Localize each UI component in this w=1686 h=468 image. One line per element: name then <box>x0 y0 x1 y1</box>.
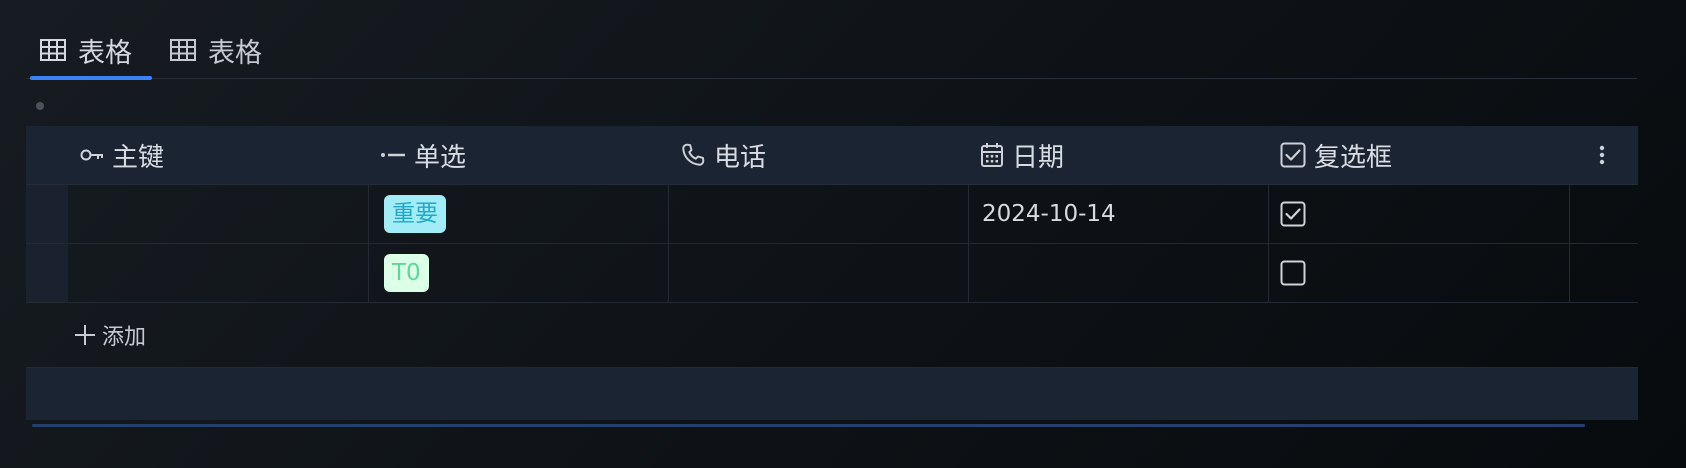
column-divider <box>968 244 969 302</box>
data-grid: 主键 单选 电话 日期 复选框 重要 2024-10-14 T0 添加 <box>26 126 1638 420</box>
phone-icon <box>680 142 706 168</box>
select-tag: 重要 <box>384 195 446 233</box>
tab-table-2[interactable]: 表格 <box>170 22 262 78</box>
cell-date[interactable]: 2024-10-14 <box>982 185 1116 243</box>
cell-checkbox[interactable] <box>1280 244 1306 302</box>
grid-header: 主键 单选 电话 日期 复选框 <box>26 126 1638 185</box>
view-tabs: 表格 表格 <box>26 22 1637 80</box>
row-handle[interactable] <box>26 185 68 243</box>
cell-phone[interactable] <box>668 185 968 243</box>
add-label: 添加 <box>102 325 147 350</box>
column-label: 复选框 <box>1314 142 1393 173</box>
more-vertical-icon <box>1598 144 1606 166</box>
cell-phone[interactable] <box>668 244 968 302</box>
select-tag: T0 <box>384 254 429 292</box>
column-header-single-select[interactable]: 单选 <box>380 126 466 184</box>
add-row: 添加 <box>26 303 1638 368</box>
column-label: 电话 <box>714 142 767 173</box>
column-divider <box>1569 185 1570 243</box>
plus-icon <box>74 324 96 346</box>
column-divider <box>968 185 969 243</box>
column-divider <box>368 244 369 302</box>
status-dot <box>36 102 44 110</box>
calendar-icon <box>980 142 1004 168</box>
checkbox-checked[interactable] <box>1280 201 1306 227</box>
column-label: 单选 <box>414 142 467 173</box>
checkbox-unchecked[interactable] <box>1280 260 1306 286</box>
column-header-checkbox[interactable]: 复选框 <box>1280 126 1392 184</box>
table-icon <box>170 39 196 61</box>
tab-table-1[interactable]: 表格 <box>40 22 132 78</box>
column-header-phone[interactable]: 电话 <box>680 126 766 184</box>
column-divider <box>1268 244 1269 302</box>
column-header-date[interactable]: 日期 <box>980 126 1064 184</box>
summary-bar <box>26 368 1638 420</box>
column-header-primary-key[interactable]: 主键 <box>80 126 164 184</box>
column-divider <box>368 185 369 243</box>
active-tab-indicator <box>30 76 152 80</box>
column-divider <box>1569 244 1570 302</box>
row-handle[interactable] <box>26 244 68 302</box>
date-value: 2024-10-14 <box>982 201 1116 227</box>
single-select-icon <box>380 147 406 163</box>
cell-single-select[interactable]: T0 <box>384 244 429 302</box>
cell-single-select[interactable]: 重要 <box>384 185 446 243</box>
column-menu-button[interactable] <box>1598 126 1606 184</box>
tab-label: 表格 <box>78 37 132 69</box>
table-row[interactable]: T0 <box>26 244 1638 303</box>
column-divider <box>1268 185 1269 243</box>
column-label: 日期 <box>1012 142 1065 173</box>
table-icon <box>40 39 66 61</box>
table-row[interactable]: 重要 2024-10-14 <box>26 185 1638 244</box>
add-record-button[interactable]: 添加 <box>74 319 146 351</box>
column-label: 主键 <box>112 142 165 173</box>
horizontal-scrollbar[interactable] <box>32 424 1585 427</box>
cell-primary-key[interactable] <box>68 185 368 243</box>
cell-primary-key[interactable] <box>68 244 368 302</box>
key-icon <box>80 147 104 163</box>
checkbox-icon <box>1280 142 1306 168</box>
tab-label: 表格 <box>208 37 262 69</box>
cell-checkbox[interactable] <box>1280 185 1306 243</box>
